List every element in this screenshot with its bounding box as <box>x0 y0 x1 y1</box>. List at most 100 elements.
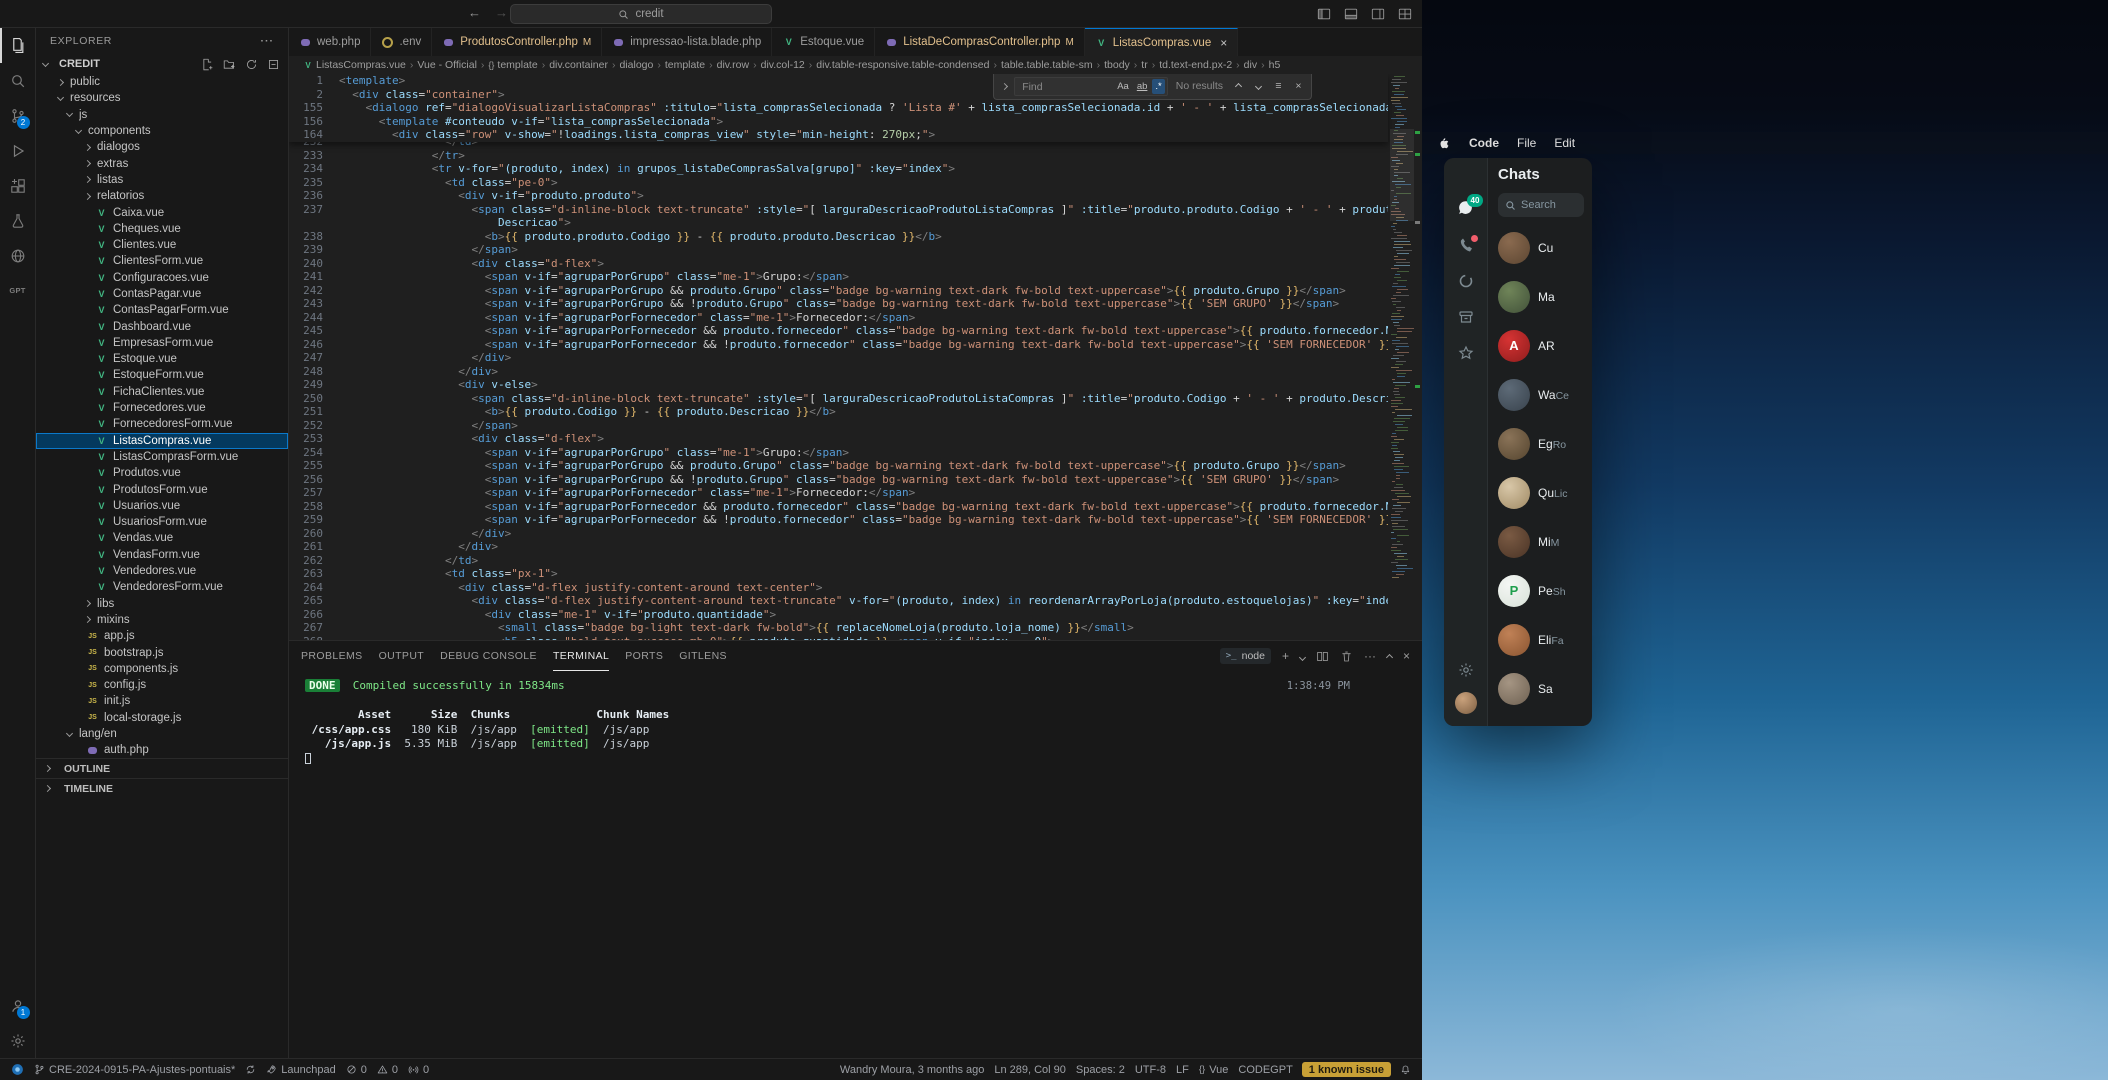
breadcrumb-item[interactable]: div.col-12 <box>761 59 805 71</box>
split-terminal-icon[interactable] <box>1316 650 1329 663</box>
tab-impressao-lista.blade.php[interactable]: impressao-lista.blade.php <box>602 28 772 56</box>
tab-web.php[interactable]: web.php <box>289 28 371 56</box>
explorer-item-extras[interactable]: extras <box>36 155 288 171</box>
terminal[interactable]: DONE Compiled successfully in 15834ms As… <box>289 671 1422 1058</box>
explorer-item-auth.php[interactable]: auth.php <box>36 742 288 758</box>
code-line[interactable]: 262 </td> <box>289 554 1388 568</box>
chat-item[interactable]: Ma <box>1498 272 1592 321</box>
explorer-item-UsuariosForm.vue[interactable]: VUsuariosForm.vue <box>36 514 288 530</box>
code-line[interactable]: 267 <small class="badge bg-light text-da… <box>289 621 1388 635</box>
find-close-icon[interactable]: × <box>1291 80 1306 94</box>
chat-item[interactable]: QuLic <box>1498 468 1592 517</box>
refresh-icon[interactable] <box>245 58 258 71</box>
collapse-all-icon[interactable] <box>267 58 280 71</box>
customize-layout-icon[interactable] <box>1398 7 1412 21</box>
profile-avatar[interactable] <box>1455 692 1477 714</box>
status-git-sync[interactable] <box>240 1059 261 1080</box>
status-eol[interactable]: LF <box>1171 1059 1194 1080</box>
explorer-item-js[interactable]: js <box>36 107 288 123</box>
code-line[interactable]: 257 <span v-if="agruparPorFornecedor" cl… <box>289 486 1388 500</box>
code-line[interactable]: 246 <span v-if="agruparPorFornecedor && … <box>289 338 1388 352</box>
explorer-item-components.js[interactable]: JScomponents.js <box>36 661 288 677</box>
code-line[interactable]: 256 <span v-if="agruparPorGrupo && !prod… <box>289 473 1388 487</box>
explorer-item-Vendas.vue[interactable]: VVendas.vue <box>36 530 288 546</box>
chat-item[interactable]: MiM <box>1498 517 1592 566</box>
code-editor[interactable]: 232 </td>233 </tr>234 <tr v-for="(produt… <box>289 74 1422 640</box>
back-arrow-icon[interactable]: ← <box>468 5 481 20</box>
panel-close-icon[interactable]: × <box>1403 649 1410 663</box>
explorer-item-Estoque.vue[interactable]: VEstoque.vue <box>36 351 288 367</box>
code-line[interactable]: 237 <span class="d-inline-block text-tru… <box>289 203 1388 217</box>
menu-file[interactable]: File <box>1517 136 1536 150</box>
breadcrumb-item[interactable]: tr <box>1141 59 1147 71</box>
status-ports[interactable]: 0 <box>403 1059 434 1080</box>
code-line[interactable]: 251 <b>{{ produto.Codigo }} - {{ produto… <box>289 405 1388 419</box>
kill-terminal-icon[interactable] <box>1340 650 1353 663</box>
explorer-item-mixins[interactable]: mixins <box>36 612 288 628</box>
find-expand-toggle-icon[interactable] <box>999 84 1009 89</box>
code-line[interactable]: 265 <div class="d-flex justify-content-a… <box>289 594 1388 608</box>
code-line[interactable]: 155 <dialogo ref="dialogoVisualizarLista… <box>289 101 1388 115</box>
activity-testing[interactable] <box>0 203 36 238</box>
code-line[interactable]: 263 <td class="px-1"> <box>289 567 1388 581</box>
tab-.env[interactable]: .env <box>371 28 432 56</box>
minimap[interactable] <box>1390 74 1414 640</box>
status-notifications[interactable] <box>1395 1059 1416 1080</box>
code-line[interactable]: 156 <template #conteudo v-if="lista_comp… <box>289 115 1388 129</box>
code-line[interactable]: 250 <span class="d-inline-block text-tru… <box>289 392 1388 406</box>
explorer-item-dialogos[interactable]: dialogos <box>36 139 288 155</box>
toggle-secondary-sidebar-icon[interactable] <box>1371 7 1385 21</box>
explorer-item-Clientes.vue[interactable]: VClientes.vue <box>36 237 288 253</box>
chats-tab[interactable]: 40 <box>1457 200 1474 217</box>
panel-more-icon[interactable]: ··· <box>1364 649 1376 663</box>
explorer-item-init.js[interactable]: JSinit.js <box>36 693 288 709</box>
overview-ruler[interactable] <box>1414 74 1422 640</box>
breadcrumb-item[interactable]: Vue - Official <box>417 59 477 71</box>
tab-ListaDeComprasController.php[interactable]: ListaDeComprasController.phpM <box>875 28 1085 56</box>
status-known-issues[interactable]: 1 known issue <box>1302 1062 1391 1077</box>
chat-item[interactable]: EliFa <box>1498 615 1592 664</box>
explorer-item-app.js[interactable]: JSapp.js <box>36 628 288 644</box>
new-file-icon[interactable] <box>201 58 214 71</box>
breadcrumb-item[interactable]: div <box>1244 59 1257 71</box>
command-center-search[interactable]: credit <box>510 4 772 24</box>
tab-ListasCompras.vue[interactable]: VListasCompras.vue× <box>1085 28 1238 56</box>
breadcrumb-item[interactable]: {}template <box>488 59 537 71</box>
explorer-item-Fornecedores.vue[interactable]: VFornecedores.vue <box>36 400 288 416</box>
breadcrumb-item[interactable]: h5 <box>1269 59 1281 71</box>
activity-explorer[interactable] <box>0 28 36 63</box>
breadcrumb-item[interactable]: div.row <box>717 59 749 71</box>
code-line[interactable]: 255 <span v-if="agruparPorGrupo && produ… <box>289 459 1388 473</box>
explorer-item-listas[interactable]: listas <box>36 172 288 188</box>
explorer-item-ListasCompras.vue[interactable]: VListasCompras.vue <box>36 433 288 449</box>
panel-maximize-icon[interactable] <box>1387 649 1392 663</box>
apple-icon[interactable] <box>1438 137 1451 150</box>
activity-run-debug[interactable] <box>0 133 36 168</box>
status-indentation[interactable]: Spaces: 2 <box>1071 1059 1130 1080</box>
explorer-item-relatorios[interactable]: relatorios <box>36 188 288 204</box>
code-line[interactable]: 248 </div> <box>289 365 1388 379</box>
explorer-more-icon[interactable]: ··· <box>261 35 275 47</box>
terminal-profile-dropdown-icon[interactable] <box>1300 649 1305 663</box>
status-git-branch[interactable]: CRE-2024-0915-PA-Ajustes-pontuais* <box>29 1059 240 1080</box>
code-line[interactable]: 260 </div> <box>289 527 1388 541</box>
toggle-sidebar-icon[interactable] <box>1317 7 1331 21</box>
chat-item[interactable]: Sa <box>1498 664 1592 713</box>
timeline-section[interactable]: TIMELINE <box>36 778 288 798</box>
code-line[interactable]: 238 <b>{{ produto.produto.Codigo }} - {{… <box>289 230 1388 244</box>
status-problems-errors[interactable]: 0 <box>341 1059 372 1080</box>
status-problems-warnings[interactable]: 0 <box>372 1059 403 1080</box>
code-line[interactable]: 247 </div> <box>289 351 1388 365</box>
code-line[interactable]: 236 <div v-if="produto.produto"> <box>289 189 1388 203</box>
activity-remote-explorer[interactable] <box>0 238 36 273</box>
explorer-item-Produtos.vue[interactable]: VProdutos.vue <box>36 465 288 481</box>
code-line[interactable]: Descricao"> <box>289 216 1388 230</box>
workspace-section[interactable]: CREDIT <box>36 54 288 74</box>
breadcrumb-item[interactable]: dialogo <box>619 59 653 71</box>
code-line[interactable]: 258 <span v-if="agruparPorFornecedor && … <box>289 500 1388 514</box>
code-line[interactable]: 241 <span v-if="agruparPorGrupo" class="… <box>289 270 1388 284</box>
whole-word-toggle[interactable]: ab <box>1134 79 1151 95</box>
code-line[interactable]: 243 <span v-if="agruparPorGrupo && !prod… <box>289 297 1388 311</box>
activity-accounts[interactable]: 1 <box>0 988 36 1023</box>
panel-tab-ports[interactable]: PORTS <box>625 641 663 671</box>
